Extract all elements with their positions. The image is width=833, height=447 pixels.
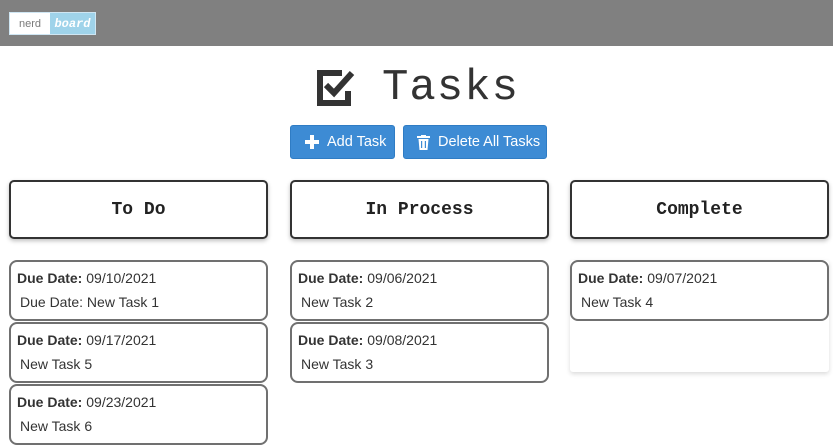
task-card[interactable]: Due Date: 09/07/2021 New Task 4 (570, 260, 829, 321)
due-date-label: Due Date: (578, 270, 644, 286)
task-name: New Task 2 (301, 294, 374, 310)
add-task-button[interactable]: Add Task (290, 125, 395, 159)
task-name: New Task 5 (20, 356, 93, 372)
task-name: Due Date: New Task 1 (20, 294, 160, 310)
column-header-in-process: In Process (290, 180, 549, 239)
page-title: Tasks (382, 63, 520, 113)
task-name: New Task 6 (20, 418, 93, 434)
add-task-label: Add Task (327, 134, 387, 150)
column-header-complete: Complete (570, 180, 829, 239)
checkbox-checked-icon (317, 70, 355, 106)
due-date-label: Due Date: (17, 332, 83, 348)
due-date-value: 09/07/2021 (647, 270, 718, 286)
task-card[interactable]: Due Date: 09/10/2021 Due Date: New Task … (9, 260, 268, 321)
delete-all-tasks-button[interactable]: Delete All Tasks (403, 125, 547, 159)
due-date-value: 09/08/2021 (367, 332, 438, 348)
task-name: New Task 4 (581, 294, 654, 310)
task-card[interactable]: Due Date: 09/06/2021 New Task 2 (290, 260, 549, 321)
logo-part-nerd: nerd (10, 13, 50, 34)
due-date-value: 09/23/2021 (86, 394, 157, 410)
due-date-label: Due Date: (298, 332, 364, 348)
nerdboard-logo[interactable]: nerd board (9, 12, 96, 35)
task-card[interactable]: Due Date: 09/08/2021 New Task 3 (290, 322, 549, 383)
task-card[interactable]: Due Date: 09/23/2021 New Task 6 (9, 384, 268, 445)
due-date-value: 09/17/2021 (86, 332, 157, 348)
logo-part-board: board (50, 13, 95, 34)
top-navbar: nerd board (0, 0, 833, 46)
due-date-value: 09/06/2021 (367, 270, 438, 286)
delete-all-label: Delete All Tasks (438, 134, 541, 150)
due-date-value: 09/10/2021 (86, 270, 157, 286)
plus-icon (305, 135, 319, 149)
task-name: New Task 3 (301, 356, 374, 372)
due-date-label: Due Date: (17, 394, 83, 410)
trash-icon (417, 134, 430, 150)
page-header: Tasks (314, 63, 520, 113)
due-date-label: Due Date: (17, 270, 83, 286)
task-card[interactable]: Due Date: 09/17/2021 New Task 5 (9, 322, 268, 383)
due-date-label: Due Date: (298, 270, 364, 286)
column-header-todo: To Do (9, 180, 268, 239)
